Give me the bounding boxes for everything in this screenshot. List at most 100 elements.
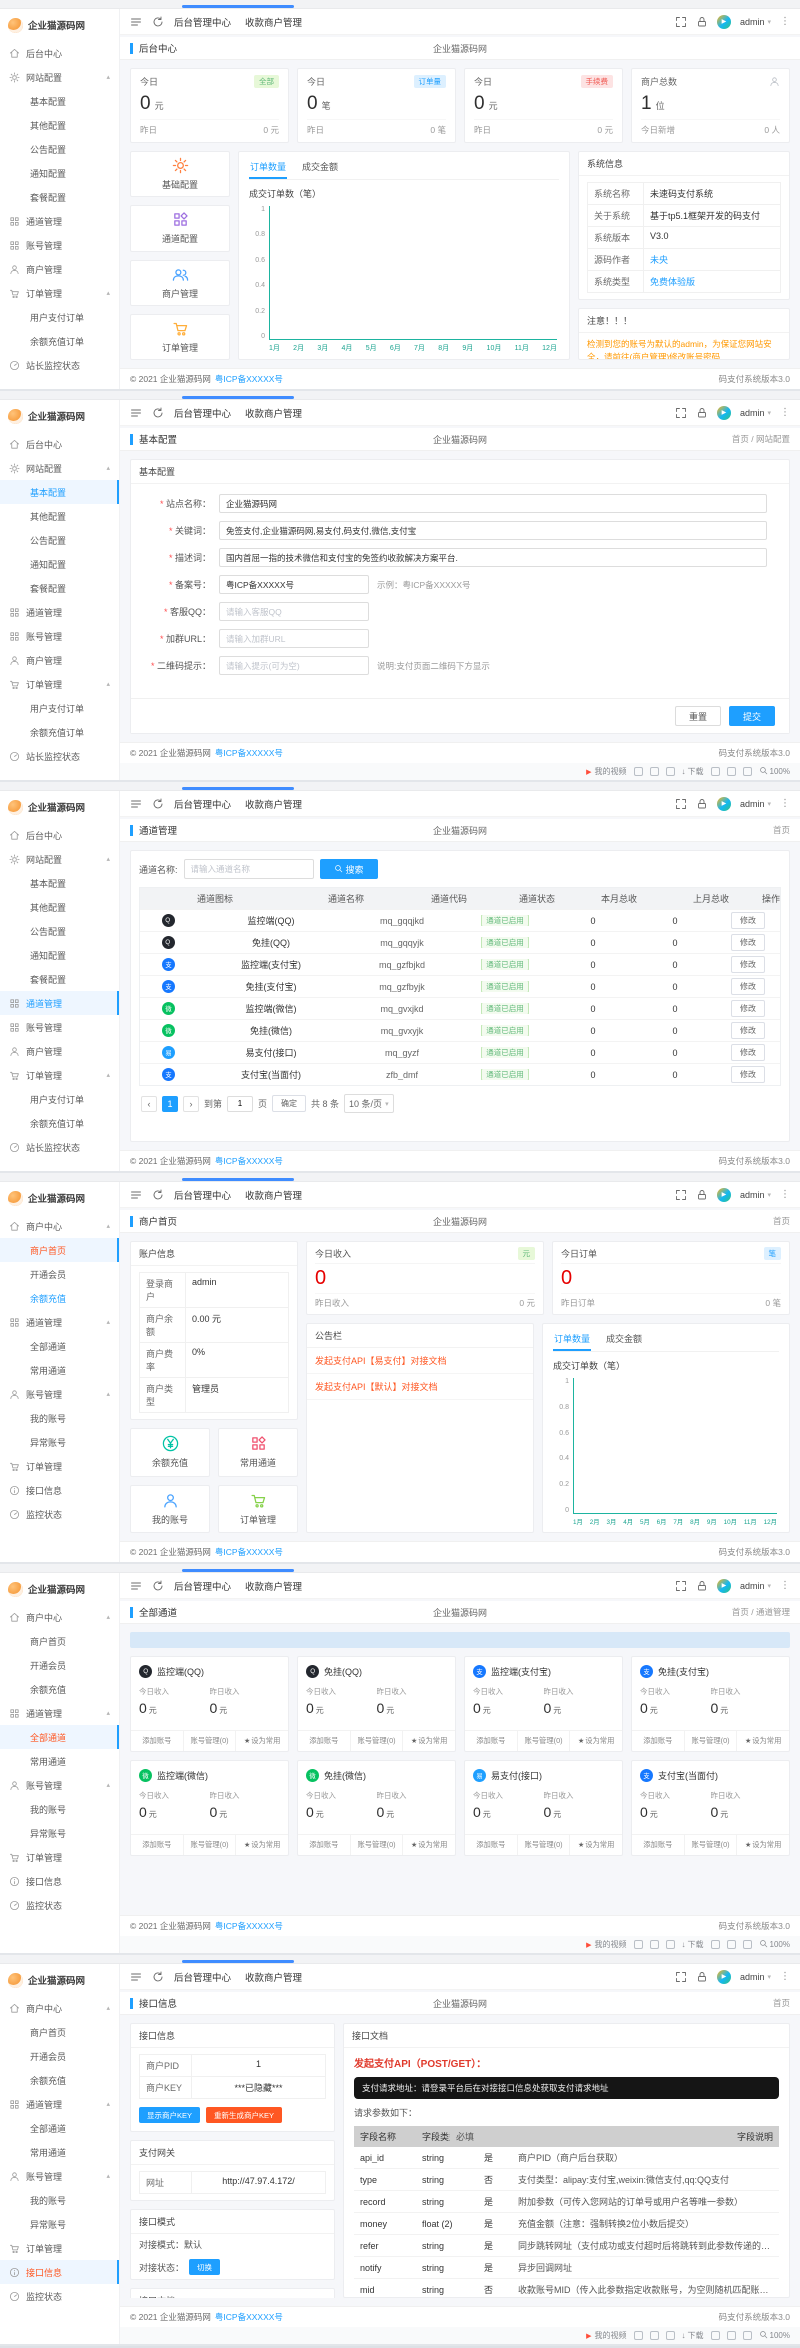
edit-button[interactable]: 修改 bbox=[731, 912, 765, 929]
sidebar-item[interactable]: 常用通道 bbox=[0, 1749, 119, 1773]
lock-icon[interactable] bbox=[696, 1580, 708, 1592]
sidebar-item[interactable]: 通知配置 bbox=[0, 943, 119, 967]
sidebar-item[interactable]: 商户管理 bbox=[0, 1039, 119, 1063]
sidebar-item[interactable]: 商户首页 bbox=[0, 1238, 119, 1262]
icp-link[interactable]: 粤ICP备XXXXX号 bbox=[215, 1920, 283, 1932]
lock-icon[interactable] bbox=[696, 1971, 708, 1983]
user-menu[interactable]: admin▾ bbox=[740, 1190, 771, 1200]
more-icon[interactable]: ⋮ bbox=[780, 1971, 790, 1982]
add-account-button[interactable]: 添加账号 bbox=[298, 1731, 351, 1751]
sidebar-item[interactable]: 余额充值订单 bbox=[0, 720, 119, 744]
sidebar-item[interactable]: 后台中心 bbox=[0, 823, 119, 847]
edit-button[interactable]: 修改 bbox=[731, 978, 765, 995]
capture-tool-icon[interactable] bbox=[666, 767, 675, 776]
avatar[interactable]: ▶ bbox=[717, 406, 731, 420]
sidebar-item[interactable]: 异常账号 bbox=[0, 1821, 119, 1845]
menu-icon[interactable] bbox=[130, 1580, 142, 1592]
sidebar-item[interactable]: 基本配置 bbox=[0, 480, 119, 504]
breadcrumb[interactable]: 首页 / 网站配置 bbox=[732, 433, 790, 445]
header-nav-item[interactable]: 后台管理中心 bbox=[174, 1579, 231, 1593]
refresh-icon[interactable] bbox=[152, 1971, 164, 1983]
lock-icon[interactable] bbox=[696, 16, 708, 28]
sidebar-item[interactable]: 公告配置 bbox=[0, 137, 119, 161]
icp-link[interactable]: 粤ICP备XXXXX号 bbox=[215, 747, 283, 759]
sidebar-item[interactable]: 余额充值订单 bbox=[0, 1111, 119, 1135]
menu-icon[interactable] bbox=[130, 16, 142, 28]
submit-button[interactable]: 提交 bbox=[729, 706, 775, 726]
add-account-button[interactable]: 添加账号 bbox=[298, 1835, 351, 1855]
sidebar-item[interactable]: 通道管理 ▴ bbox=[0, 2092, 119, 2116]
sidebar-item[interactable]: 通道管理 bbox=[0, 600, 119, 624]
manage-account-button[interactable]: 账号管理(0) bbox=[685, 1731, 738, 1751]
field-input[interactable] bbox=[219, 548, 767, 567]
sidebar-item[interactable]: 余额充值 bbox=[0, 1286, 119, 1310]
sidebar-item[interactable]: 接口信息 bbox=[0, 1869, 119, 1893]
download-button[interactable]: ↓下载 bbox=[682, 1939, 704, 1950]
goto-page-input[interactable] bbox=[227, 1096, 253, 1112]
sidebar-item[interactable]: 套餐配置 bbox=[0, 967, 119, 991]
refresh-icon[interactable] bbox=[152, 798, 164, 810]
sidebar-item[interactable]: 通道管理 ▴ bbox=[0, 1701, 119, 1725]
user-menu[interactable]: admin▾ bbox=[740, 1581, 771, 1591]
zoom-level[interactable]: 100% bbox=[759, 2330, 790, 2341]
manage-account-button[interactable]: 账号管理(0) bbox=[184, 1835, 237, 1855]
lock-icon[interactable] bbox=[696, 407, 708, 419]
download-button[interactable]: ↓下载 bbox=[682, 766, 704, 777]
user-menu[interactable]: admin▾ bbox=[740, 799, 771, 809]
edit-button[interactable]: 修改 bbox=[731, 1000, 765, 1017]
set-favorite-button[interactable]: ★设为常用 bbox=[570, 1835, 622, 1855]
confirm-page-button[interactable]: 确定 bbox=[272, 1095, 306, 1112]
sidebar-item[interactable]: 用户支付订单 bbox=[0, 1087, 119, 1111]
sidebar-item[interactable]: 全部通道 bbox=[0, 2116, 119, 2140]
sidebar-item[interactable]: 其他配置 bbox=[0, 504, 119, 528]
header-nav-item[interactable]: 收款商户管理 bbox=[245, 1188, 302, 1202]
header-nav-item[interactable]: 收款商户管理 bbox=[245, 1970, 302, 1984]
set-favorite-button[interactable]: ★设为常用 bbox=[236, 1731, 288, 1751]
shortcut-card[interactable]: 订单管理 bbox=[218, 1485, 298, 1534]
capture-tool-icon[interactable] bbox=[743, 2331, 752, 2340]
sidebar-item[interactable]: 商户管理 bbox=[0, 648, 119, 672]
channel-search-input[interactable] bbox=[184, 859, 314, 879]
sidebar-item[interactable]: 我的账号 bbox=[0, 1406, 119, 1430]
icp-link[interactable]: 粤ICP备XXXXX号 bbox=[215, 373, 283, 385]
avatar[interactable]: ▶ bbox=[717, 15, 731, 29]
sidebar-item[interactable]: 订单管理 bbox=[0, 1454, 119, 1478]
refresh-icon[interactable] bbox=[152, 1189, 164, 1201]
page-button[interactable]: 1 bbox=[162, 1096, 178, 1112]
shortcut-card[interactable]: 常用通道 bbox=[218, 1428, 298, 1477]
sidebar-item[interactable]: 商户中心 ▴ bbox=[0, 1605, 119, 1629]
download-button[interactable]: ↓下载 bbox=[682, 2330, 704, 2341]
capture-tool-icon[interactable] bbox=[727, 767, 736, 776]
edit-button[interactable]: 修改 bbox=[731, 1066, 765, 1083]
fullscreen-icon[interactable] bbox=[675, 16, 687, 28]
api-doc-link[interactable]: 发起支付API【易支付】对接文档 bbox=[307, 1348, 533, 1374]
sidebar-item[interactable]: 通道管理 ▴ bbox=[0, 1310, 119, 1334]
fullscreen-icon[interactable] bbox=[675, 407, 687, 419]
sidebar-item[interactable]: 账号管理 ▴ bbox=[0, 2164, 119, 2188]
sidebar-item[interactable]: 其他配置 bbox=[0, 895, 119, 919]
capture-tool-icon[interactable] bbox=[634, 1940, 643, 1949]
breadcrumb[interactable]: 首页 bbox=[773, 824, 790, 836]
manage-account-button[interactable]: 账号管理(0) bbox=[184, 1731, 237, 1751]
icp-link[interactable]: 粤ICP备XXXXX号 bbox=[215, 1155, 283, 1167]
header-nav-item[interactable]: 后台管理中心 bbox=[174, 1970, 231, 1984]
sidebar-item[interactable]: 通道管理 bbox=[0, 991, 119, 1015]
sidebar-item[interactable]: 接口信息 bbox=[0, 1478, 119, 1502]
sidebar-item[interactable]: 通道管理 bbox=[0, 209, 119, 233]
sidebar-item[interactable]: 站长监控状态 bbox=[0, 353, 119, 377]
shortcut-card[interactable]: 我的账号 bbox=[130, 1485, 210, 1534]
avatar[interactable]: ▶ bbox=[717, 1188, 731, 1202]
capture-tool-icon[interactable] bbox=[743, 767, 752, 776]
prev-page-button[interactable]: ‹ bbox=[141, 1096, 157, 1112]
sidebar-item[interactable]: 余额充值订单 bbox=[0, 329, 119, 353]
sidebar-item[interactable]: 商户首页 bbox=[0, 2020, 119, 2044]
set-favorite-button[interactable]: ★设为常用 bbox=[570, 1731, 622, 1751]
sidebar-item[interactable]: 异常账号 bbox=[0, 1430, 119, 1454]
sidebar-item[interactable]: 常用通道 bbox=[0, 2140, 119, 2164]
search-button[interactable]: 搜索 bbox=[320, 859, 378, 879]
chart-tab[interactable]: 订单数量 bbox=[553, 1330, 591, 1351]
edit-button[interactable]: 修改 bbox=[731, 1022, 765, 1039]
sidebar-item[interactable]: 异常账号 bbox=[0, 2212, 119, 2236]
breadcrumb[interactable]: 首页 bbox=[773, 1997, 790, 2009]
capture-tool-icon[interactable] bbox=[666, 1940, 675, 1949]
